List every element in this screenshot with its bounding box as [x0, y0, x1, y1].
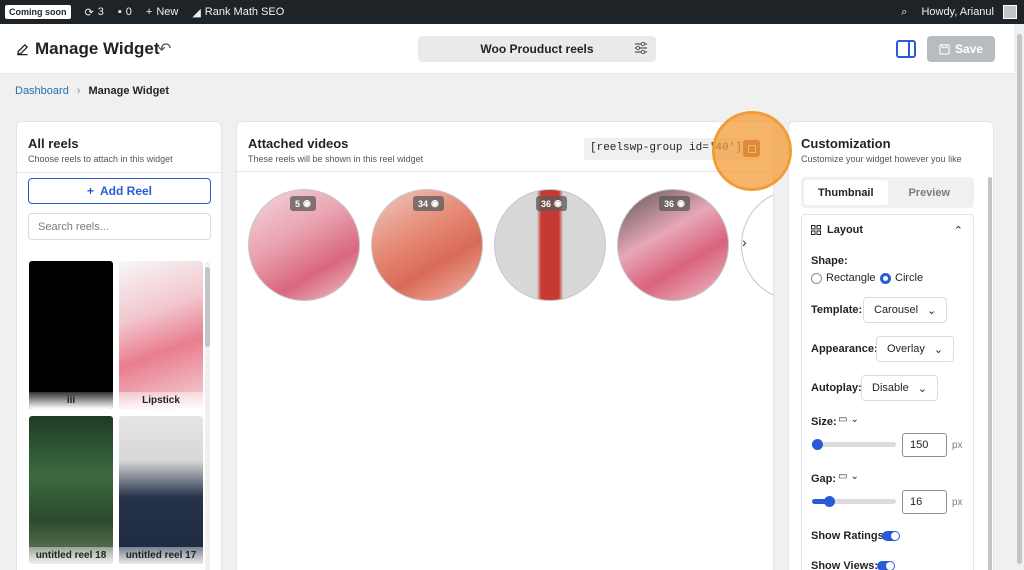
save-icon [939, 43, 950, 55]
comment-icon: ▪ [117, 6, 122, 18]
customization-title: Customization [801, 136, 891, 151]
shape-rectangle-radio[interactable]: Rectangle [811, 272, 876, 284]
gap-input[interactable]: 16 [902, 490, 947, 514]
attached-video[interactable]: 36 ◉ [494, 189, 606, 301]
gap-unit: px [952, 497, 963, 508]
coming-soon-badge[interactable]: Coming soon [0, 0, 78, 24]
attached-video[interactable]: 5 ◉ [248, 189, 360, 301]
comments-link[interactable]: ▪ 0 [111, 0, 139, 24]
appearance-select[interactable]: Overlay ⌄ [876, 336, 955, 362]
tab-thumbnail[interactable]: Thumbnail [804, 180, 888, 205]
show-views-label: Show Views: [811, 560, 879, 570]
eye-icon: ◉ [303, 198, 311, 208]
autoplay-label: Autoplay: [811, 382, 862, 394]
gap-device-toggle[interactable]: ▭ ⌄ [838, 471, 859, 482]
monitor-icon: ▭ [838, 414, 848, 425]
attached-video[interactable]: 34 ◉ [371, 189, 483, 301]
refresh-icon: ⟳ [84, 6, 94, 19]
plus-icon: + [145, 6, 153, 18]
views-badge: 36 ◉ [536, 196, 567, 211]
pencil-icon [17, 43, 29, 55]
autoplay-select[interactable]: Disable ⌄ [861, 375, 938, 401]
admin-bar: Coming soon ⟳ 3 ▪ 0 + New ◢ Rank Math SE… [0, 0, 1024, 24]
breadcrumb-dashboard[interactable]: Dashboard [15, 85, 69, 97]
size-slider[interactable] [812, 439, 896, 450]
attached-videos-panel: Attached videos These reels will be show… [236, 121, 774, 570]
new-content-link[interactable]: + New [139, 0, 185, 24]
reels-scroll-thumb[interactable] [205, 267, 210, 347]
show-ratings-label: Show Ratings: [811, 530, 888, 542]
settings-sliders-icon[interactable] [634, 41, 648, 55]
reel-card[interactable]: Lipstick [119, 261, 203, 409]
size-label: Size: [811, 416, 837, 428]
views-badge: 34 ◉ [413, 196, 444, 211]
tab-preview[interactable]: Preview [888, 180, 972, 205]
breadcrumb: Dashboard › Manage Widget [15, 85, 169, 97]
chevron-down-icon: ⌄ [850, 414, 859, 425]
template-select[interactable]: Carousel ⌄ [863, 297, 948, 323]
plus-icon: + [86, 184, 94, 198]
save-button[interactable]: Save [927, 36, 995, 62]
eye-icon: ◉ [554, 198, 562, 208]
widget-header: Manage Widget ↶ Woo Prouduct reels Save [0, 24, 1014, 74]
chevron-down-icon: ⌄ [917, 382, 927, 395]
views-badge: 36 ◉ [659, 196, 690, 211]
chevron-down-icon: ⌄ [933, 343, 944, 356]
rank-math-icon: ◢ [192, 6, 201, 19]
reel-card[interactable]: untitled reel 18 [29, 416, 113, 564]
customization-tabs: Thumbnail Preview [801, 177, 974, 208]
gap-slider[interactable] [812, 496, 896, 507]
size-device-toggle[interactable]: ▭ ⌄ [838, 414, 859, 425]
search-icon[interactable]: ⌕ [894, 0, 914, 24]
chevron-right-icon[interactable]: › [742, 234, 747, 250]
chevron-down-icon: ⌄ [850, 471, 859, 482]
reel-card[interactable]: untitled reel 17 [119, 416, 203, 564]
all-reels-panel: All reels Choose reels to attach in this… [16, 121, 222, 570]
grid-icon [811, 225, 821, 235]
search-reels-input[interactable]: Search reels... [28, 213, 211, 240]
size-input[interactable]: 150 [902, 433, 947, 457]
account-menu[interactable]: Howdy, Arianul [914, 0, 1024, 24]
show-ratings-toggle[interactable] [882, 531, 900, 541]
layout-section-header[interactable]: Layout [811, 224, 863, 236]
page-scrollbar[interactable] [1015, 24, 1024, 570]
rank-math-link[interactable]: ◢ Rank Math SEO [185, 0, 291, 24]
eye-icon: ◉ [431, 198, 439, 208]
eye-icon: ◉ [677, 198, 685, 208]
gap-label: Gap: [811, 473, 837, 485]
page-title: Manage Widget [16, 39, 160, 59]
customization-panel: Customization Customize your widget howe… [788, 121, 994, 570]
customization-scrollbar[interactable] [988, 177, 992, 570]
appearance-label: Appearance: [811, 343, 878, 355]
customization-subtitle: Customize your widget however you like [801, 154, 962, 164]
shape-circle-radio[interactable]: Circle [880, 272, 923, 284]
undo-icon[interactable]: ↶ [158, 39, 171, 59]
chevron-right-icon: › [76, 85, 81, 97]
all-reels-subtitle: Choose reels to attach in this widget [28, 154, 173, 164]
show-views-toggle[interactable] [877, 561, 895, 570]
all-reels-title: All reels [28, 136, 79, 151]
widget-name-field[interactable]: Woo Prouduct reels [418, 36, 656, 62]
size-unit: px [952, 440, 963, 451]
views-badge: 5 ◉ [290, 196, 316, 211]
layout-section: Layout ⌃ Shape: Rectangle Circle Templat… [801, 214, 974, 570]
sidebar-toggle-icon[interactable] [896, 40, 916, 58]
template-label: Template: [811, 304, 863, 316]
chevron-down-icon: ⌄ [927, 304, 937, 317]
updates-link[interactable]: ⟳ 3 [78, 0, 111, 24]
avatar [1003, 5, 1017, 19]
breadcrumb-current: Manage Widget [88, 85, 170, 97]
chevron-up-icon[interactable]: ⌃ [954, 224, 963, 237]
monitor-icon: ▭ [838, 471, 848, 482]
add-reel-button[interactable]: + Add Reel [28, 178, 211, 204]
reel-card[interactable]: iii [29, 261, 113, 409]
click-highlight [712, 111, 792, 191]
shape-label: Shape: [811, 255, 848, 267]
attached-video[interactable]: 36 ◉ [617, 189, 729, 301]
